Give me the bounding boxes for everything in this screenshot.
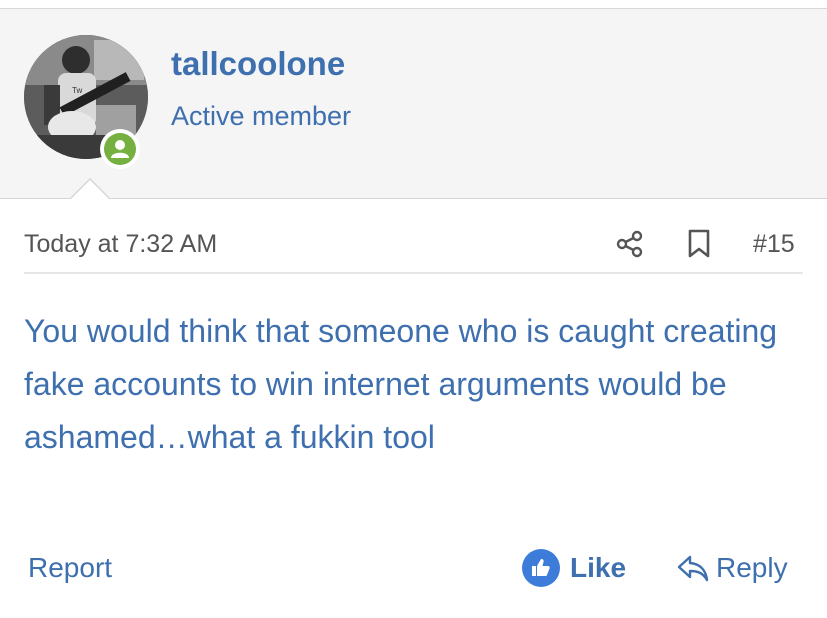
- reply-label: Reply: [716, 552, 788, 583]
- post-divider: [24, 272, 803, 274]
- top-divider: [0, 0, 827, 9]
- share-icon: [616, 230, 643, 258]
- post-timestamp[interactable]: Today at 7:32 AM: [24, 230, 217, 259]
- header-pointer-fill: [70, 180, 110, 200]
- reply-icon: [677, 555, 709, 582]
- bookmark-icon: [688, 229, 710, 258]
- username-link[interactable]: tallcoolone: [171, 45, 345, 83]
- user-title: Active member: [171, 101, 352, 131]
- online-status-icon: [111, 140, 129, 158]
- post-author-header: Tw tallcoolone Active member: [0, 9, 827, 199]
- report-link[interactable]: Report: [28, 552, 112, 584]
- post-content: You would think that someone who is caug…: [24, 313, 778, 455]
- online-badge: [100, 129, 140, 169]
- svg-text:Tw: Tw: [72, 86, 82, 95]
- bookmark-button[interactable]: [687, 229, 711, 264]
- reply-button[interactable]: Reply: [676, 549, 788, 587]
- post-number-link[interactable]: #15: [753, 230, 795, 259]
- share-button[interactable]: [614, 228, 646, 265]
- like-label: Like: [570, 552, 627, 583]
- thumbs-up-icon: [532, 559, 550, 576]
- like-badge: [522, 549, 560, 587]
- like-button[interactable]: Like: [522, 549, 626, 587]
